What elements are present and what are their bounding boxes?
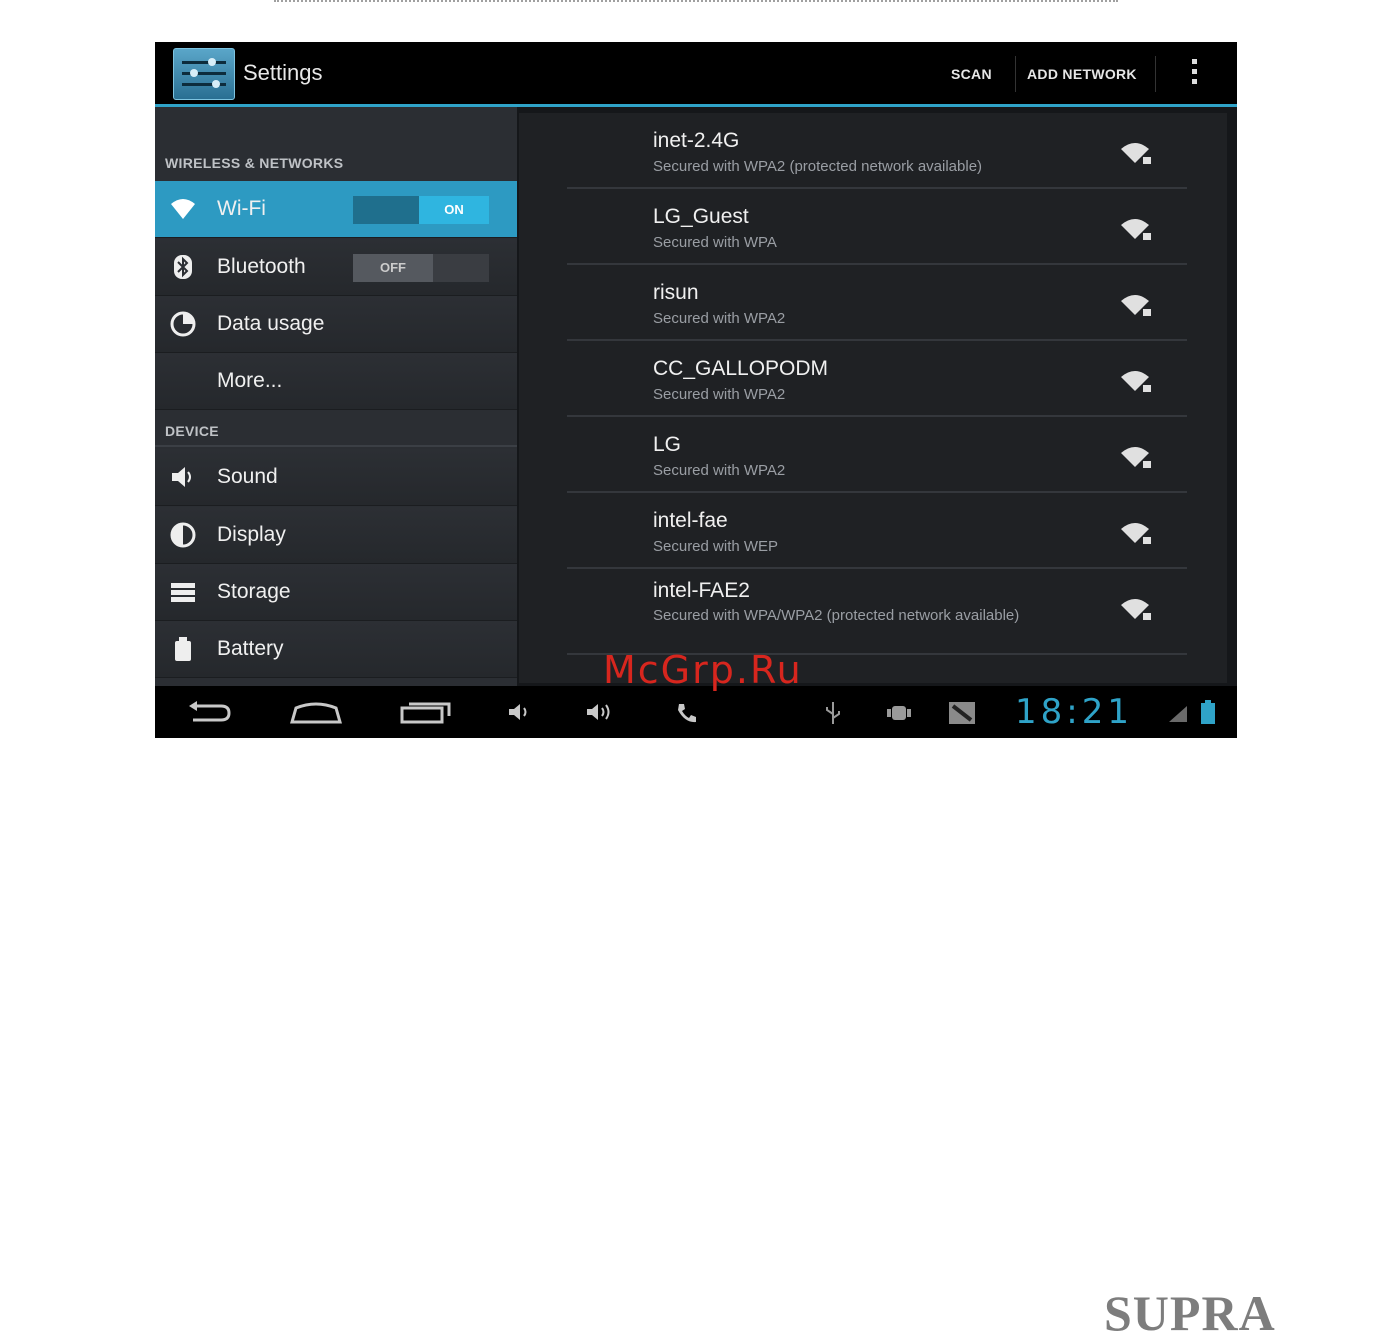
sidebar-item-data-usage[interactable]: Data usage	[155, 296, 517, 353]
network-security: Secured with WPA2	[653, 310, 786, 327]
action-bar: Settings SCAN ADD NETWORK	[155, 42, 1237, 107]
sidebar-item-sound[interactable]: Sound	[155, 449, 517, 506]
signal-icon	[1169, 706, 1187, 722]
wifi-signal-locked-icon	[1121, 447, 1151, 468]
divider	[155, 445, 517, 447]
overflow-menu-icon[interactable]	[1191, 59, 1199, 89]
wifi-signal-locked-icon	[1121, 599, 1151, 620]
wifi-signal-locked-icon	[1121, 143, 1151, 164]
screenshot-icon	[949, 702, 975, 724]
sidebar-item-label: Wi-Fi	[217, 197, 266, 220]
network-security: Secured with WPA2	[653, 462, 786, 479]
battery-icon	[175, 637, 191, 661]
tablet-screen: Settings SCAN ADD NETWORK WIRELESS & NET…	[155, 42, 1237, 738]
network-security: Secured with WEP	[653, 538, 779, 555]
usb-icon	[826, 702, 840, 724]
list-item[interactable]: LG_Guest Secured with WPA	[519, 189, 1227, 265]
scan-button[interactable]: SCAN	[951, 66, 992, 82]
clock: 18:21	[1015, 692, 1133, 732]
list-item[interactable]: LG Secured with WPA2	[519, 417, 1227, 493]
list-item[interactable]: intel-fae Secured with WEP	[519, 493, 1227, 569]
storage-icon	[171, 583, 195, 602]
network-name: LG	[653, 433, 682, 456]
network-name: intel-FAE2	[653, 579, 750, 602]
toggle-state: ON	[419, 196, 489, 224]
network-security: Secured with WPA2	[653, 386, 786, 403]
home-icon[interactable]	[289, 700, 343, 724]
toggle-state: OFF	[353, 254, 433, 282]
sidebar-item-battery[interactable]: Battery	[155, 621, 517, 678]
sidebar-item-label: Battery	[217, 637, 284, 660]
sidebar-item-display[interactable]: Display	[155, 507, 517, 564]
system-bar: 18:21	[155, 686, 1237, 738]
settings-sidebar: WIRELESS & NETWORKS Wi-Fi ON Bluetooth O…	[155, 107, 517, 686]
display-icon	[170, 522, 196, 548]
divider	[1015, 56, 1016, 92]
network-name: risun	[653, 281, 699, 304]
wifi-signal-locked-icon	[1121, 295, 1151, 316]
sidebar-item-more[interactable]: More...	[155, 353, 517, 410]
list-item[interactable]: risun Secured with WPA2	[519, 265, 1227, 341]
sidebar-item-label: Display	[217, 523, 286, 546]
dotted-rule	[274, 0, 1118, 5]
volume-down-icon[interactable]	[507, 702, 533, 722]
recent-apps-icon[interactable]	[399, 700, 453, 724]
battery-status-icon	[1201, 700, 1215, 724]
section-header-device: DEVICE	[165, 423, 219, 439]
wifi-icon	[171, 199, 195, 219]
sidebar-item-bluetooth[interactable]: Bluetooth OFF	[155, 239, 517, 296]
sidebar-item-label: Bluetooth	[217, 255, 306, 278]
sidebar-item-storage[interactable]: Storage	[155, 564, 517, 621]
android-debug-icon	[887, 706, 911, 720]
network-security: Secured with WPA/WPA2 (protected network…	[653, 607, 1020, 624]
sidebar-item-label: More...	[217, 369, 283, 392]
network-name: CC_GALLOPODM	[653, 357, 829, 380]
wifi-network-list: inet-2.4G Secured with WPA2 (protected n…	[519, 113, 1227, 683]
brand-logo: SUPRA	[1104, 1285, 1276, 1341]
sidebar-item-wifi[interactable]: Wi-Fi ON	[155, 181, 517, 238]
list-item[interactable]: CC_GALLOPODM Secured with WPA2	[519, 341, 1227, 417]
network-name: intel-fae	[653, 509, 728, 532]
bluetooth-toggle[interactable]: OFF	[353, 254, 489, 282]
section-header-wireless: WIRELESS & NETWORKS	[165, 155, 344, 171]
wifi-toggle[interactable]: ON	[353, 196, 489, 224]
settings-app-icon[interactable]	[173, 48, 235, 100]
divider	[1155, 56, 1156, 92]
data-usage-icon	[170, 311, 196, 337]
app-title: Settings	[243, 60, 323, 85]
sidebar-item-label: Data usage	[217, 312, 325, 335]
network-security: Secured with WPA2 (protected network ava…	[653, 158, 983, 175]
network-name: LG_Guest	[653, 205, 749, 228]
sidebar-item-label: Sound	[217, 465, 278, 488]
back-icon[interactable]	[185, 700, 233, 724]
wifi-signal-locked-icon	[1121, 523, 1151, 544]
list-item[interactable]: intel-FAE2 Secured with WPA/WPA2 (protec…	[519, 569, 1227, 655]
list-item[interactable]: inet-2.4G Secured with WPA2 (protected n…	[519, 113, 1227, 189]
wifi-signal-locked-icon	[1121, 371, 1151, 392]
wifi-signal-locked-icon	[1121, 219, 1151, 240]
phone-icon[interactable]	[675, 702, 699, 724]
bluetooth-icon	[174, 255, 192, 279]
network-security: Secured with WPA	[653, 234, 777, 251]
sidebar-item-label: Storage	[217, 580, 291, 603]
add-network-button[interactable]: ADD NETWORK	[1027, 66, 1137, 82]
volume-up-icon[interactable]	[585, 702, 617, 722]
network-name: inet-2.4G	[653, 129, 740, 152]
speaker-icon	[172, 467, 191, 487]
watermark-text: McGrp.Ru	[603, 648, 803, 692]
